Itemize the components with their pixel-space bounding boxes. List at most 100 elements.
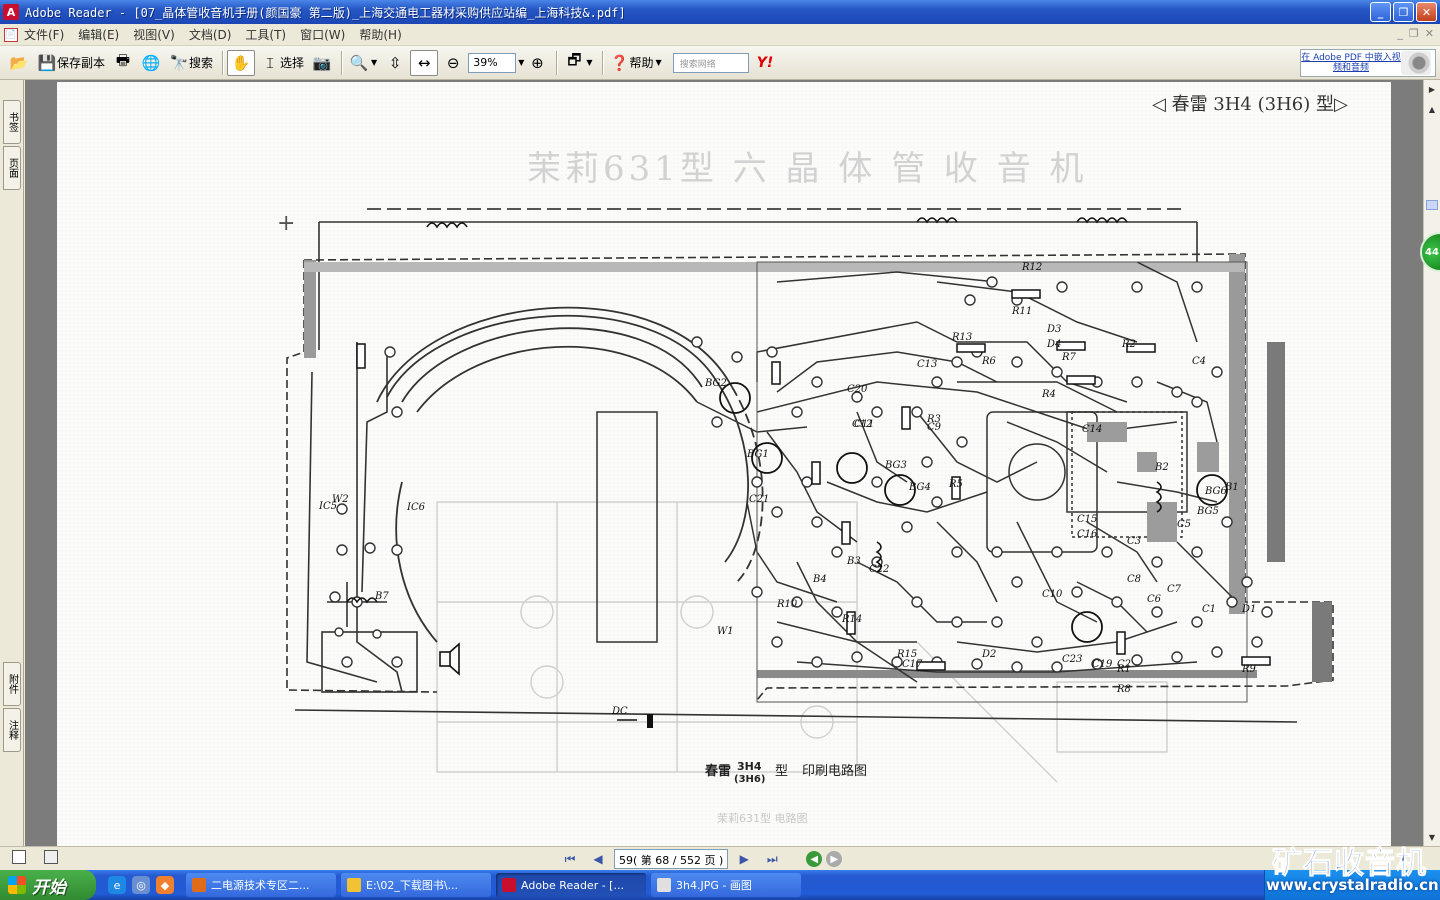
email-button[interactable]: 🌐 bbox=[138, 50, 164, 76]
zoom-in-button[interactable]: ⊕ bbox=[524, 50, 550, 76]
minimize-button[interactable]: _ bbox=[1370, 2, 1391, 22]
component-label: IC6 bbox=[406, 502, 426, 513]
component-label: C13 bbox=[917, 359, 937, 370]
fit-width-icon: ↔ bbox=[417, 53, 431, 72]
scroll-up-icon[interactable]: ▲ bbox=[1426, 102, 1438, 116]
component-label: BG6 bbox=[1204, 486, 1228, 497]
fit-page-icon: ⇳ bbox=[388, 53, 402, 72]
task-adobe-reader[interactable]: Adobe Reader - [... bbox=[496, 873, 646, 897]
circuit-board-scan: ◁ 春雷 3H4 (3H6) 型▷ 茉莉631型 六 晶 体 管 收 音 机 + bbox=[57, 82, 1391, 846]
chevron-down-icon: ▼ bbox=[655, 58, 662, 67]
magnifier-icon: 🔍 bbox=[349, 53, 369, 72]
restore-button[interactable]: ❐ bbox=[1393, 2, 1414, 22]
component-label: C11 bbox=[854, 419, 874, 430]
component-label: BG3 bbox=[884, 460, 907, 471]
search-web-input[interactable]: 搜索网络 bbox=[672, 52, 749, 73]
fit-page-button[interactable]: ⇳ bbox=[382, 50, 408, 76]
go-back-icon[interactable]: ◀ bbox=[806, 851, 823, 867]
task-label: E:\02_下载图书\... bbox=[366, 879, 459, 892]
first-page-icon[interactable]: ⏮ bbox=[558, 849, 582, 869]
next-page-icon[interactable]: ▶ bbox=[732, 849, 756, 869]
menu-window[interactable]: 窗口(W) bbox=[300, 26, 345, 43]
faint-footer: 茉莉631型 电路图 bbox=[717, 811, 808, 825]
search-button[interactable]: 🔭 搜索 bbox=[166, 50, 216, 76]
task-firefox[interactable]: 二电源技术专区二... bbox=[186, 873, 336, 897]
menu-view[interactable]: 视图(V) bbox=[133, 26, 175, 43]
print-button[interactable]: 🖶 bbox=[110, 50, 136, 76]
tab-attachments[interactable]: 附件 bbox=[3, 662, 21, 706]
scroll-up-arrow-icon[interactable]: ▶ bbox=[1426, 82, 1438, 96]
component-label: C1 bbox=[1202, 604, 1216, 615]
snapshot-button[interactable]: 📷 bbox=[309, 50, 335, 76]
ie-icon[interactable]: e bbox=[108, 876, 126, 894]
tab-comments[interactable]: 注释 bbox=[3, 708, 21, 752]
last-page-icon[interactable]: ⏭ bbox=[760, 849, 784, 869]
page-title-faint: 茉莉631型 六 晶 体 管 收 音 机 bbox=[527, 149, 1088, 189]
page-number-field[interactable]: 59( 第 68 / 552 页 ) bbox=[614, 849, 729, 869]
help-button[interactable]: ❓ 帮助 ▼ bbox=[607, 50, 665, 76]
menu-document[interactable]: 文档(D) bbox=[189, 26, 232, 43]
component-label: BG5 bbox=[1196, 506, 1219, 517]
mdi-close-icon[interactable]: ✕ bbox=[1425, 27, 1434, 40]
mdi-minimize-icon[interactable]: _ bbox=[1397, 27, 1403, 40]
adobe-reader-icon: A bbox=[3, 4, 19, 20]
zoom-level-input[interactable]: 39% bbox=[468, 52, 517, 73]
help-icon: ❓ bbox=[610, 53, 629, 72]
mdi-restore-icon[interactable]: ❐ bbox=[1409, 27, 1419, 40]
open-button[interactable]: 📂 bbox=[6, 50, 32, 76]
menu-edit[interactable]: 编辑(E) bbox=[78, 26, 119, 43]
component-label: R1 bbox=[1116, 664, 1131, 675]
component-label: C4 bbox=[1192, 356, 1206, 367]
document-pane[interactable]: ◁ 春雷 3H4 (3H6) 型▷ 茉莉631型 六 晶 体 管 收 音 机 + bbox=[25, 80, 1423, 846]
adobe-icon bbox=[502, 878, 516, 892]
vertical-scrollbar[interactable]: ▶ ▲ ▼ bbox=[1423, 80, 1440, 846]
task-explorer[interactable]: E:\02_下载图书\... bbox=[341, 873, 491, 897]
windows-flag-icon bbox=[8, 876, 26, 894]
start-button[interactable]: 开始 bbox=[0, 870, 96, 900]
component-label: W1 bbox=[717, 626, 734, 637]
scroll-thumb[interactable] bbox=[1426, 200, 1438, 210]
menu-file[interactable]: 文件(F) bbox=[24, 26, 64, 43]
zoom-tool-button[interactable]: 🔍 ▼ bbox=[346, 50, 380, 76]
page-display-icon: 🗗 bbox=[567, 51, 582, 69]
component-label: R13 bbox=[951, 332, 972, 343]
close-button[interactable]: ✕ bbox=[1416, 2, 1437, 22]
select-tool-button[interactable]: 𝙸 选择 bbox=[257, 50, 307, 76]
single-page-icon[interactable] bbox=[12, 850, 26, 864]
component-label: C22 bbox=[869, 564, 889, 575]
scroll-down-icon[interactable]: ▼ bbox=[1426, 830, 1438, 844]
component-label: R15 bbox=[896, 649, 917, 660]
page-display-button[interactable]: 🗗 ▼ bbox=[561, 50, 595, 76]
media-icon[interactable]: ◎ bbox=[132, 876, 150, 894]
document-icon[interactable]: 📄 bbox=[4, 27, 18, 42]
component-label: D2 bbox=[981, 649, 996, 660]
app-icon[interactable]: ◆ bbox=[156, 876, 174, 894]
header-tag: ◁ 春雷 3H4 (3H6) 型▷ bbox=[1152, 94, 1348, 115]
component-label: C9 bbox=[927, 422, 942, 433]
caption-text: 印刷电路图 bbox=[802, 763, 867, 779]
hand-tool-button[interactable]: ✋ bbox=[227, 49, 256, 76]
previous-page-icon[interactable]: ◀ bbox=[586, 849, 610, 869]
chevron-down-icon: ▼ bbox=[371, 58, 378, 67]
tab-pages[interactable]: 页面 bbox=[3, 146, 21, 190]
taskbar: 开始 e ◎ ◆ 二电源技术专区二... E:\02_下载图书\... Adob… bbox=[0, 870, 1440, 900]
zoom-out-button[interactable]: ⊖ bbox=[440, 50, 466, 76]
menu-tools[interactable]: 工具(T) bbox=[245, 26, 286, 43]
toolbar-separator bbox=[556, 50, 558, 75]
page-navigation: ⏮ ◀ 59( 第 68 / 552 页 ) ▶ ⏭ ◀ ▶ bbox=[558, 849, 843, 869]
tab-bookmarks[interactable]: 书签 bbox=[3, 100, 21, 144]
component-label: BG2 bbox=[704, 378, 727, 389]
component-label: B2 bbox=[1154, 462, 1169, 473]
fit-width-button[interactable]: ↔ bbox=[410, 49, 439, 76]
go-forward-icon[interactable]: ▶ bbox=[826, 851, 843, 867]
binoculars-icon: 🔭 bbox=[169, 53, 189, 72]
menu-help[interactable]: 帮助(H) bbox=[359, 26, 401, 43]
component-label: C14 bbox=[1082, 424, 1102, 435]
save-icon: 💾 bbox=[37, 53, 57, 72]
save-copy-button[interactable]: 💾 保存副本 bbox=[34, 50, 108, 76]
yahoo-icon[interactable]: Y! bbox=[757, 55, 774, 71]
task-paint[interactable]: 3h4.JPG - 画图 bbox=[651, 873, 801, 897]
task-label: 二电源技术专区二... bbox=[211, 879, 310, 892]
continuous-page-icon[interactable] bbox=[44, 850, 58, 864]
adobe-ad-banner[interactable]: 在 Adobe PDF 中嵌入视频和音频 bbox=[1300, 49, 1436, 77]
